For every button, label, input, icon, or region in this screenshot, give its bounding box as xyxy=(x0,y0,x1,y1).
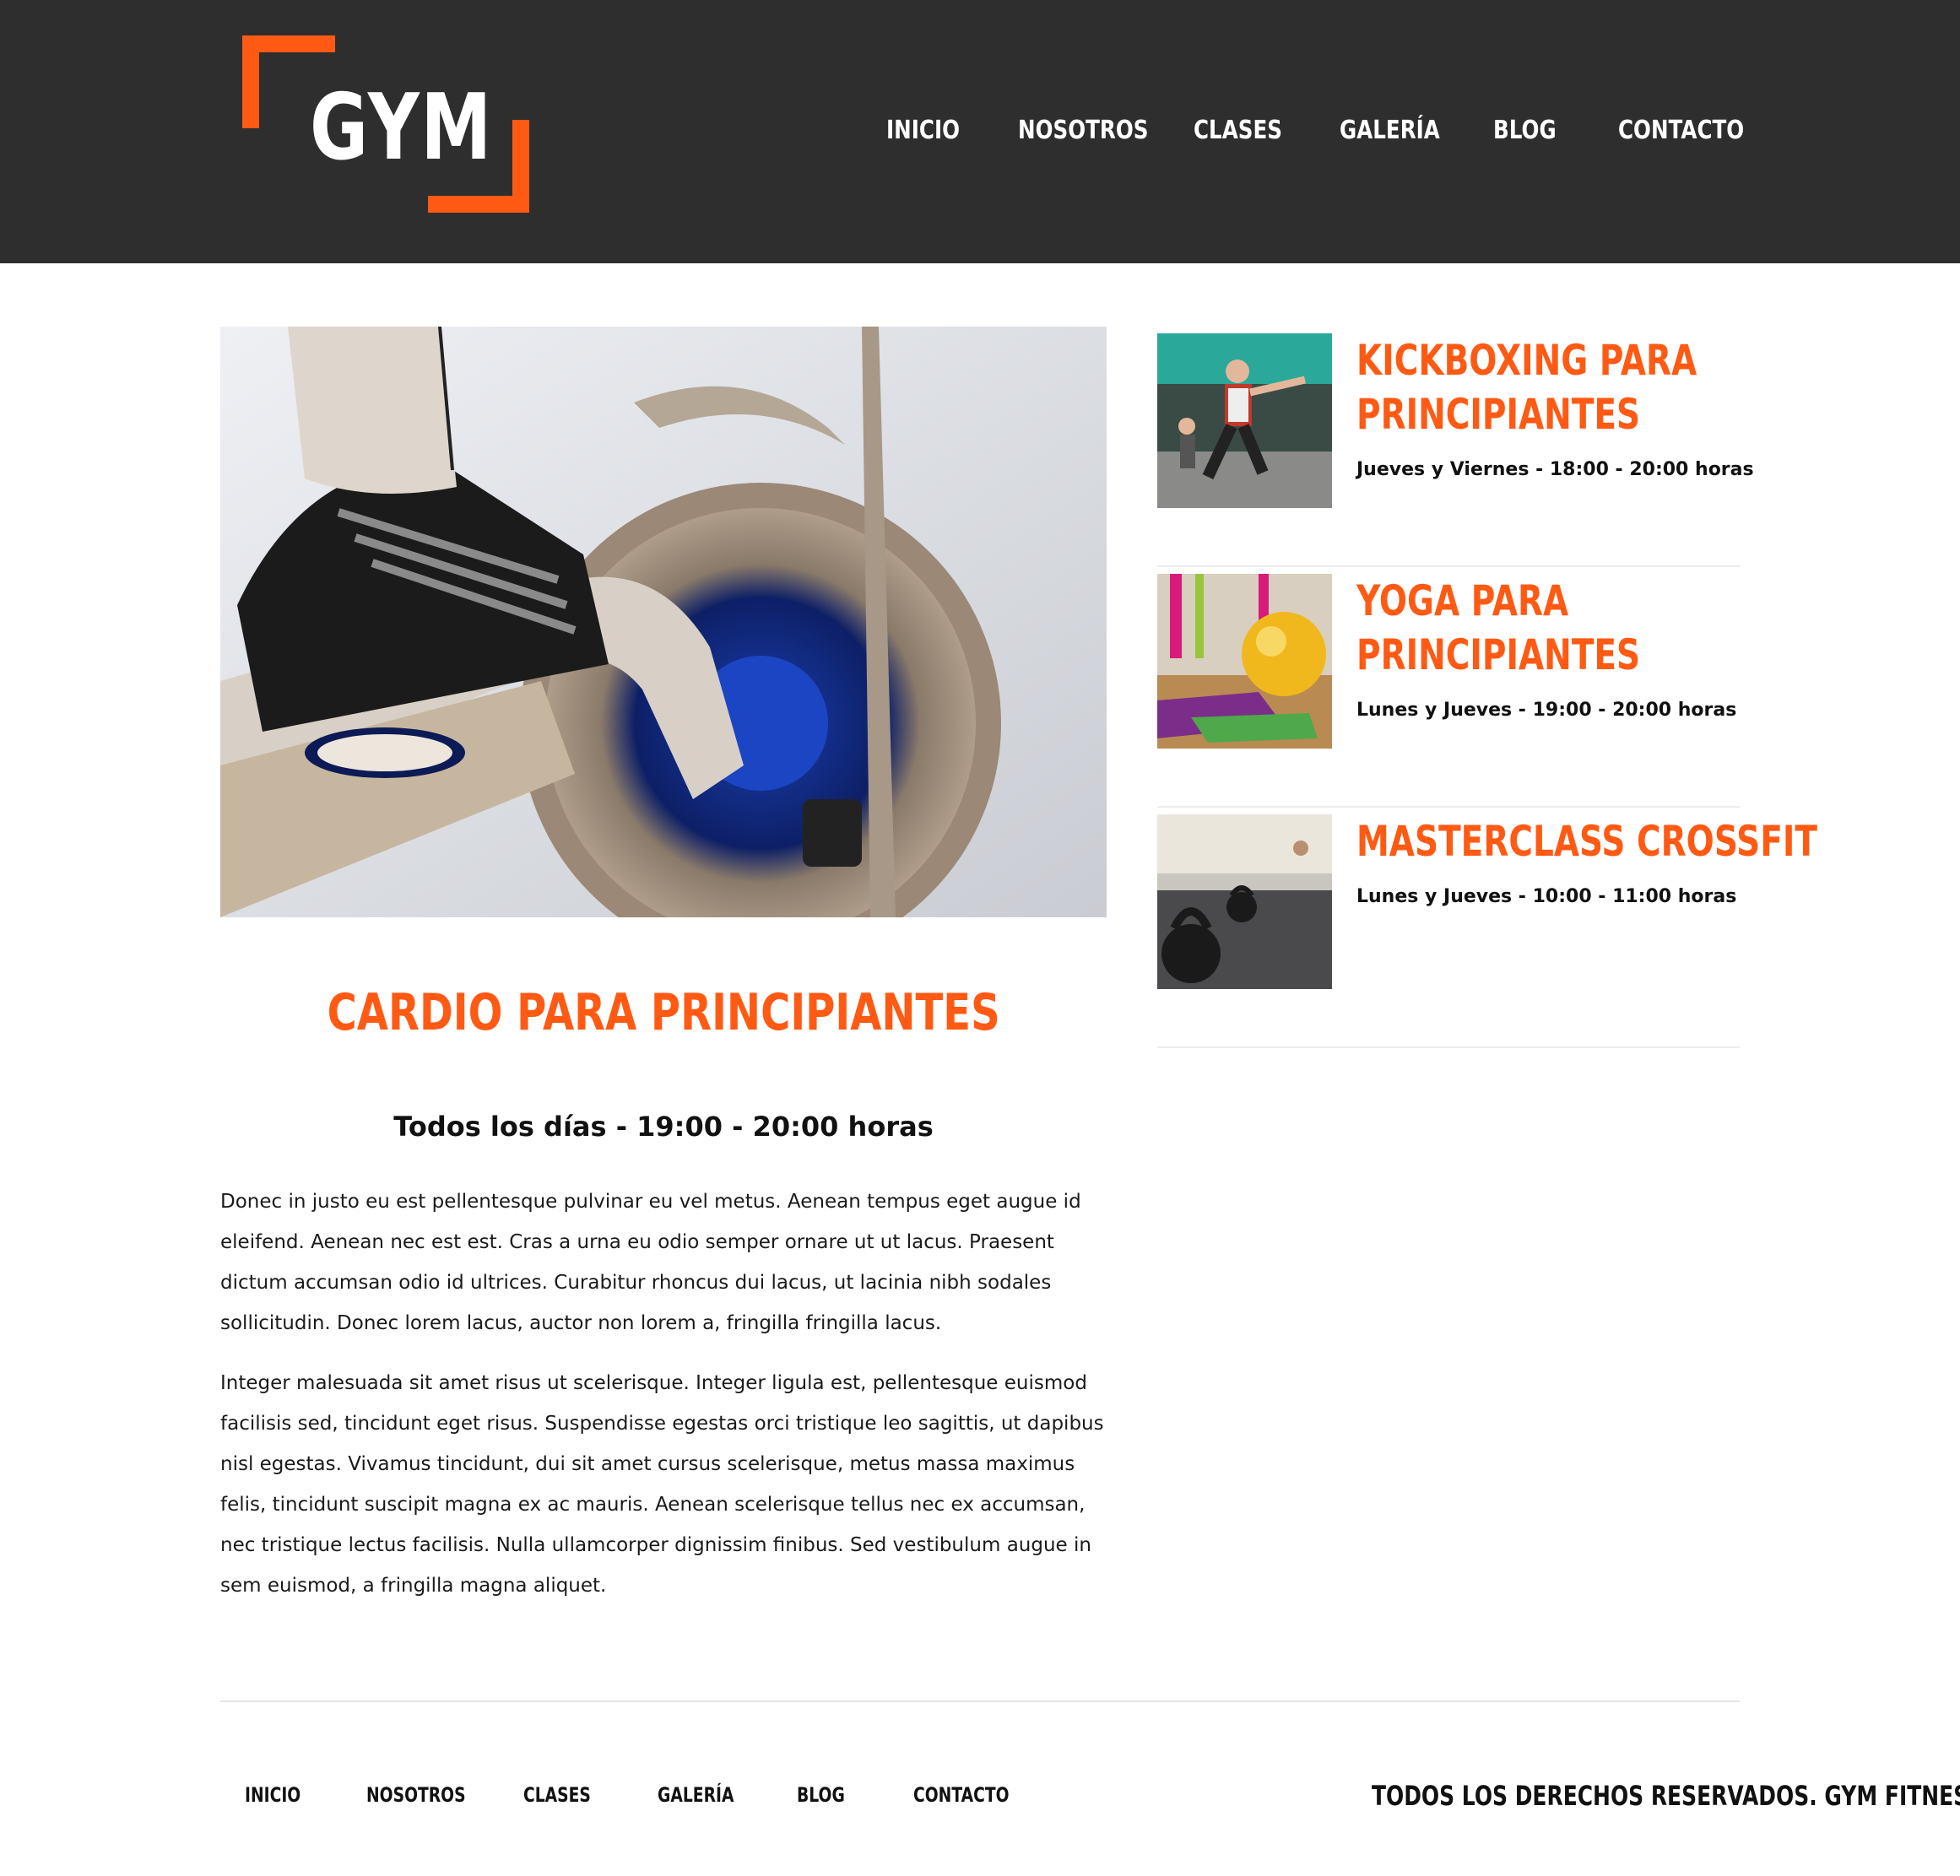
footer-nav-blog[interactable]: BLOG xyxy=(797,1781,845,1809)
sidebar-class-kickboxing[interactable]: KICKBOXING PARA PRINCIPIANTES Jueves y V… xyxy=(1157,327,1754,567)
nav-item-inicio[interactable]: INICIO xyxy=(886,114,960,148)
nav-item-galeria[interactable]: GALERÍA xyxy=(1340,114,1440,148)
footer-divider xyxy=(220,1700,1740,1702)
nav-item-contacto[interactable]: CONTACTO xyxy=(1618,114,1744,148)
description-paragraph-2: Integer malesuada sit amet risus ut scel… xyxy=(220,1372,1104,1597)
class-time: Jueves y Viernes - 18:00 - 20:00 horas xyxy=(1356,459,1754,480)
kettlebell-photo-icon xyxy=(1157,814,1332,989)
footer-nav-galeria[interactable]: GALERÍA xyxy=(658,1781,734,1809)
stationary-bike-photo-icon xyxy=(220,327,1107,917)
class-schedule: Todos los días - 19:00 - 20:00 horas xyxy=(393,1111,934,1143)
footer-nav-contacto[interactable]: CONTACTO xyxy=(913,1781,1010,1809)
class-time: Lunes y Jueves - 10:00 - 11:00 horas xyxy=(1356,886,1737,907)
class-title[interactable]: KICKBOXING PARA PRINCIPIANTES xyxy=(1356,333,1736,441)
sidebar-class-crossfit[interactable]: MASTERCLASS CROSSFIT Lunes y Jueves - 10… xyxy=(1157,808,1817,1048)
description-paragraph-1: Donec in justo eu est pellentesque pulvi… xyxy=(220,1191,1081,1334)
yoga-ball-photo-icon xyxy=(1157,574,1332,749)
nav-item-nosotros[interactable]: NOSOTROS xyxy=(1018,114,1148,148)
class-title[interactable]: MASTERCLASS CROSSFIT xyxy=(1356,814,1817,868)
footer-nav-nosotros[interactable]: NOSOTROS xyxy=(366,1781,466,1809)
copyright-text: TODOS LOS DERECHOS RESERVADOS. GYM FITNE… xyxy=(1371,1780,1960,1812)
hero-image xyxy=(220,327,1107,917)
class-title[interactable]: YOGA PARA PRINCIPIANTES xyxy=(1356,574,1736,682)
class-title: CARDIO PARA PRINCIPIANTES xyxy=(327,983,1000,1042)
site-header: GYM INICIO NOSOTROS CLASES GALERÍA BLOG … xyxy=(0,0,1960,263)
footer-nav-inicio[interactable]: INICIO xyxy=(245,1781,300,1809)
main-nav: INICIO NOSOTROS CLASES GALERÍA BLOG CONT… xyxy=(0,114,1960,152)
kickboxing-photo-icon xyxy=(1157,333,1332,508)
sidebar-class-yoga[interactable]: YOGA PARA PRINCIPIANTES Lunes y Jueves -… xyxy=(1157,567,1740,808)
nav-item-blog[interactable]: BLOG xyxy=(1493,114,1557,148)
footer-nav-clases[interactable]: CLASES xyxy=(523,1781,591,1809)
class-time: Lunes y Jueves - 19:00 - 20:00 horas xyxy=(1356,700,1737,721)
nav-item-clases[interactable]: CLASES xyxy=(1194,114,1282,148)
